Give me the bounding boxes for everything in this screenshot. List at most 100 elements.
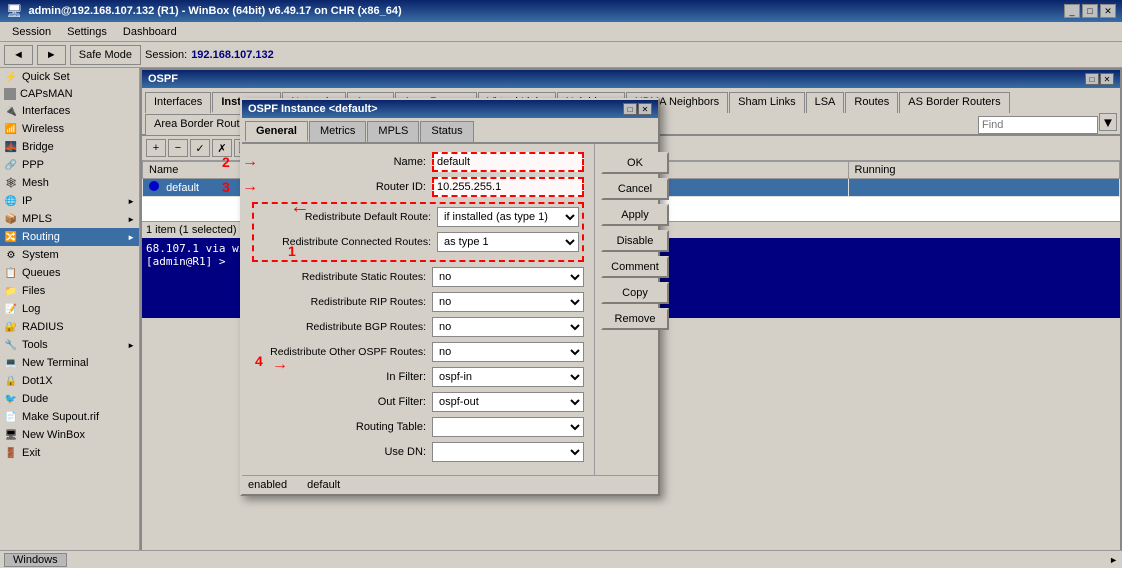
menu-settings[interactable]: Settings bbox=[59, 24, 115, 40]
tools-arrow: ► bbox=[127, 341, 135, 350]
apply-button[interactable]: Apply bbox=[601, 204, 669, 226]
remove-button[interactable]: − bbox=[168, 139, 188, 157]
sidebar-item-ppp[interactable]: 🔗 PPP bbox=[0, 156, 139, 174]
dialog-tab-metrics[interactable]: Metrics bbox=[309, 121, 366, 142]
remove-button[interactable]: Remove bbox=[601, 308, 669, 330]
ospf-close-button[interactable]: ✕ bbox=[1100, 73, 1114, 85]
tab-interfaces[interactable]: Interfaces bbox=[145, 92, 211, 113]
tab-sham-links[interactable]: Sham Links bbox=[729, 92, 804, 113]
dialog-restore-button[interactable]: □ bbox=[623, 103, 637, 115]
sidebar-item-mesh[interactable]: 🕸 Mesh bbox=[0, 174, 139, 192]
in-filter-select[interactable]: ospf-in bbox=[432, 367, 584, 387]
dialog-tab-general[interactable]: General bbox=[245, 121, 308, 142]
ip-icon: 🌐 bbox=[4, 194, 18, 208]
sidebar-item-make-supout[interactable]: 📄 Make Supout.rif bbox=[0, 408, 139, 426]
arrow-2: → bbox=[242, 153, 258, 171]
find-dropdown-button[interactable]: ▼ bbox=[1099, 113, 1117, 131]
routing-table-select[interactable] bbox=[432, 417, 584, 437]
sidebar-item-radius[interactable]: 🔐 RADIUS bbox=[0, 318, 139, 336]
sidebar-item-files[interactable]: 📁 Files bbox=[0, 282, 139, 300]
taskbar-item-windows[interactable]: Windows bbox=[4, 553, 67, 567]
sidebar-item-system[interactable]: ⚙ System bbox=[0, 246, 139, 264]
dialog-overlay: OSPF Instance <default> □ ✕ General Metr… bbox=[240, 98, 660, 496]
tools-icon: 🔧 bbox=[4, 338, 18, 352]
form-row-redistribute-connected: Redistribute Connected Routes: as type 1 bbox=[257, 232, 579, 252]
form-row-out-filter: Out Filter: ospf-out bbox=[252, 392, 584, 412]
sidebar-label-system: System bbox=[22, 249, 59, 261]
menu-dashboard[interactable]: Dashboard bbox=[115, 24, 185, 40]
form-row-routing-table: Routing Table: bbox=[252, 417, 584, 437]
copy-button[interactable]: Copy bbox=[601, 282, 669, 304]
sidebar-item-dude[interactable]: 🐦 Dude bbox=[0, 390, 139, 408]
menu-bar: Session Settings Dashboard bbox=[0, 22, 1122, 42]
menu-session[interactable]: Session bbox=[4, 24, 59, 40]
minimize-button[interactable]: _ bbox=[1064, 4, 1080, 18]
sidebar-item-bridge[interactable]: 🌉 Bridge bbox=[0, 138, 139, 156]
sidebar-item-new-terminal[interactable]: 💻 New Terminal bbox=[0, 354, 139, 372]
sidebar-item-capsman[interactable]: CAPsMAN bbox=[0, 86, 139, 102]
dialog-tab-status[interactable]: Status bbox=[420, 121, 473, 142]
sidebar-item-quick-set[interactable]: ⚡ Quick Set bbox=[0, 68, 139, 86]
sidebar-item-tools[interactable]: 🔧 Tools ► bbox=[0, 336, 139, 354]
add-button[interactable]: + bbox=[146, 139, 166, 157]
taskbar: Windows ► bbox=[0, 550, 1122, 568]
cancel-button[interactable]: Cancel bbox=[601, 178, 669, 200]
ospf-title-text: OSPF bbox=[148, 73, 178, 85]
router-id-input[interactable] bbox=[432, 177, 584, 197]
sidebar-label-exit: Exit bbox=[22, 447, 40, 459]
dot1x-icon: 🔒 bbox=[4, 374, 18, 388]
close-button[interactable]: ✕ bbox=[1100, 4, 1116, 18]
redistribute-rip-select[interactable]: no bbox=[432, 292, 584, 312]
name-input[interactable]: default bbox=[432, 152, 584, 172]
out-filter-select[interactable]: ospf-out bbox=[432, 392, 584, 412]
annotation-2: 2 bbox=[222, 154, 230, 170]
sidebar-item-log[interactable]: 📝 Log bbox=[0, 300, 139, 318]
sidebar-item-interfaces[interactable]: 🔌 Interfaces bbox=[0, 102, 139, 120]
form-row-router-id: Router ID: 3 → bbox=[252, 177, 584, 197]
maximize-button[interactable]: □ bbox=[1082, 4, 1098, 18]
sidebar-item-mpls[interactable]: 📦 MPLS ► bbox=[0, 210, 139, 228]
ospf-restore-button[interactable]: □ bbox=[1085, 73, 1099, 85]
sidebar-label-dot1x: Dot1X bbox=[22, 375, 53, 387]
sidebar-item-ip[interactable]: 🌐 IP ► bbox=[0, 192, 139, 210]
tab-as-border-routers[interactable]: AS Border Routers bbox=[899, 92, 1009, 113]
redistribute-static-select[interactable]: no bbox=[432, 267, 584, 287]
form-row-redistribute-rip: Redistribute RIP Routes: no bbox=[252, 292, 584, 312]
sidebar-label-quick-set: Quick Set bbox=[22, 71, 70, 83]
dialog-tabs: General Metrics MPLS Status bbox=[242, 118, 658, 144]
back-button[interactable]: ◄ bbox=[4, 45, 33, 65]
disable-button[interactable]: Disable bbox=[601, 230, 669, 252]
sidebar-item-queues[interactable]: 📋 Queues bbox=[0, 264, 139, 282]
dialog-tab-mpls[interactable]: MPLS bbox=[367, 121, 419, 142]
dialog-status: enabled default bbox=[242, 475, 658, 494]
find-input[interactable] bbox=[978, 116, 1098, 134]
safe-mode-button[interactable]: Safe Mode bbox=[70, 45, 141, 65]
sidebar-item-exit[interactable]: 🚪 Exit bbox=[0, 444, 139, 462]
main-layout: ⚡ Quick Set CAPsMAN 🔌 Interfaces 📶 Wirel… bbox=[0, 68, 1122, 568]
app-icon: 🖥 bbox=[6, 3, 23, 19]
form-row-redistribute-bgp: Redistribute BGP Routes: no bbox=[252, 317, 584, 337]
redistribute-connected-select[interactable]: as type 1 bbox=[437, 232, 579, 252]
sidebar-item-new-winbox[interactable]: 🖥 New WinBox bbox=[0, 426, 139, 444]
forward-button[interactable]: ► bbox=[37, 45, 66, 65]
redistribute-bgp-select[interactable]: no bbox=[432, 317, 584, 337]
taskbar-windows-label: Windows bbox=[13, 554, 58, 566]
check-button[interactable]: ✓ bbox=[190, 139, 210, 157]
ip-arrow: ► bbox=[127, 197, 135, 206]
comment-button[interactable]: Comment bbox=[601, 256, 669, 278]
arrow-3: → bbox=[242, 178, 258, 196]
dialog-close-button[interactable]: ✕ bbox=[638, 103, 652, 115]
redistribute-ospf-select[interactable]: no bbox=[432, 342, 584, 362]
sidebar-item-dot1x[interactable]: 🔒 Dot1X bbox=[0, 372, 139, 390]
redistribute-default-select[interactable]: if installed (as type 1) bbox=[437, 207, 579, 227]
toolbar: ◄ ► Safe Mode Session: 192.168.107.132 bbox=[0, 42, 1122, 68]
out-filter-label: Out Filter: bbox=[252, 396, 432, 408]
tab-lsa[interactable]: LSA bbox=[806, 92, 845, 113]
use-dn-select[interactable] bbox=[432, 442, 584, 462]
tab-routes[interactable]: Routes bbox=[845, 92, 898, 113]
ok-button[interactable]: OK bbox=[601, 152, 669, 174]
sidebar-item-routing[interactable]: 🔀 Routing ► bbox=[0, 228, 139, 246]
form-row-redistribute-ospf: Redistribute Other OSPF Routes: no bbox=[252, 342, 584, 362]
sidebar-item-wireless[interactable]: 📶 Wireless bbox=[0, 120, 139, 138]
mesh-icon: 🕸 bbox=[4, 176, 18, 190]
